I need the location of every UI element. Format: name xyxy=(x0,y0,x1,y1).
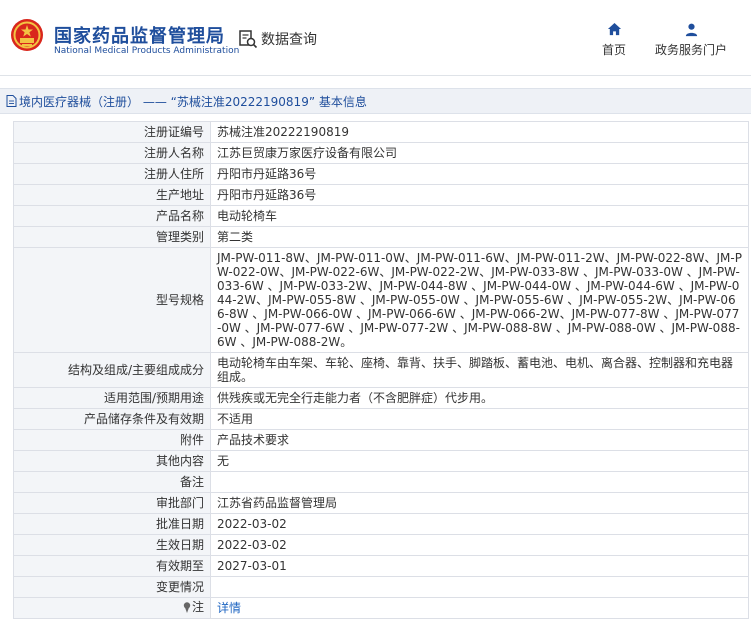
table-row: 适用范围/预期用途 供残疾或无完全行走能力者（不含肥胖症）代步用。 xyxy=(13,387,749,409)
table-row: 附件 产品技术要求 xyxy=(13,429,749,451)
field-value: 产品技术要求 xyxy=(210,429,749,451)
field-label: 生产地址 xyxy=(13,184,211,206)
field-label: 产品储存条件及有效期 xyxy=(13,408,211,430)
note-label: 注 xyxy=(183,600,204,614)
pin-icon xyxy=(183,602,191,613)
field-label: 注册人住所 xyxy=(13,163,211,185)
field-value xyxy=(210,471,749,493)
table-row: 生效日期 2022-03-02 xyxy=(13,534,749,556)
nav-home-label: 首页 xyxy=(602,43,627,57)
user-icon xyxy=(685,23,697,37)
table-row: 注册人名称 江苏巨贸康万家医疗设备有限公司 xyxy=(13,142,749,164)
field-label: 型号规格 xyxy=(13,247,211,353)
breadcrumb-text: 境内医疗器械（注册） —— “苏械注准20222190819” 基本信息 xyxy=(19,94,367,109)
field-label: 注册人名称 xyxy=(13,142,211,164)
table-row: 管理类别 第二类 xyxy=(13,226,749,248)
field-value: 2022-03-02 xyxy=(210,534,749,556)
field-value: 第二类 xyxy=(210,226,749,248)
breadcrumb: 境内医疗器械（注册） —— “苏械注准20222190819” 基本信息 xyxy=(0,88,751,114)
nav-gov-label: 政务服务门户 xyxy=(655,43,728,57)
table-row: 生产地址 丹阳市丹延路36号 xyxy=(13,184,749,206)
field-value: 2022-03-02 xyxy=(210,513,749,535)
field-value xyxy=(210,576,749,598)
nav-home[interactable]: 首页 xyxy=(602,22,626,58)
field-label: 备注 xyxy=(13,471,211,493)
table-row: 批准日期 2022-03-02 xyxy=(13,513,749,535)
field-label: 管理类别 xyxy=(13,226,211,248)
note-label-text: 注 xyxy=(191,600,204,615)
field-label: 附件 xyxy=(13,429,211,451)
field-label: 适用范围/预期用途 xyxy=(13,387,211,409)
field-label: 变更情况 xyxy=(13,576,211,598)
note-value-cell: 详情 xyxy=(210,597,749,619)
field-value: 电动轮椅车由车架、车轮、座椅、靠背、扶手、脚踏板、蓄电池、电机、离合器、控制器和… xyxy=(210,352,749,388)
table-row: 产品名称 电动轮椅车 xyxy=(13,205,749,227)
field-label: 生效日期 xyxy=(13,534,211,556)
field-label: 其他内容 xyxy=(13,450,211,472)
table-row: 变更情况 xyxy=(13,576,749,598)
field-value: 丹阳市丹延路36号 xyxy=(210,163,749,185)
field-value: 江苏巨贸康万家医疗设备有限公司 xyxy=(210,142,749,164)
table-row: 结构及组成/主要组成成分 电动轮椅车由车架、车轮、座椅、靠背、扶手、脚踏板、蓄电池… xyxy=(13,352,749,388)
basic-info-table: 注册证编号 苏械注准20222190819 注册人名称 江苏巨贸康万家医疗设备有限公司… xyxy=(13,121,749,619)
field-label: 批准日期 xyxy=(13,513,211,535)
header-divider xyxy=(0,75,751,76)
field-label: 结构及组成/主要组成成分 xyxy=(13,352,211,388)
table-row: 注册证编号 苏械注准20222190819 xyxy=(13,121,749,143)
data-query-label: 数据查询 xyxy=(261,32,317,48)
table-row: 注册人住所 丹阳市丹延路36号 xyxy=(13,163,749,185)
field-value: 电动轮椅车 xyxy=(210,205,749,227)
field-label: 审批部门 xyxy=(13,492,211,514)
table-row: 型号规格 JM-PW-011-8W、JM-PW-011-0W、JM-PW-011-… xyxy=(13,247,749,353)
table-row: 备注 xyxy=(13,471,749,493)
field-label: 产品名称 xyxy=(13,205,211,227)
field-label: 注册证编号 xyxy=(13,121,211,143)
field-value: 2027-03-01 xyxy=(210,555,749,577)
field-value: 江苏省药品监督管理局 xyxy=(210,492,749,514)
field-value: JM-PW-011-8W、JM-PW-011-0W、JM-PW-011-6W、J… xyxy=(210,247,749,353)
national-emblem-icon xyxy=(11,19,43,51)
field-value: 苏械注准20222190819 xyxy=(210,121,749,143)
field-value: 丹阳市丹延路36号 xyxy=(210,184,749,206)
table-row: 审批部门 江苏省药品监督管理局 xyxy=(13,492,749,514)
table-row: 有效期至 2027-03-01 xyxy=(13,555,749,577)
note-label-cell: 注 xyxy=(13,597,211,619)
site-name-en: National Medical Products Administration xyxy=(54,46,240,56)
data-query-link[interactable]: 数据查询 xyxy=(238,28,317,50)
document-icon xyxy=(6,95,17,107)
nav-gov-service-portal[interactable]: 政务服务门户 xyxy=(655,22,727,58)
home-icon xyxy=(607,22,621,36)
table-row: 其他内容无 xyxy=(13,450,749,472)
field-value: 供残疾或无完全行走能力者（不含肥胖症）代步用。 xyxy=(210,387,749,409)
site-name-cn: 国家药品监督管理局 xyxy=(54,26,225,47)
details-link[interactable]: 详情 xyxy=(217,601,241,615)
field-label: 有效期至 xyxy=(13,555,211,577)
site-header: 国家药品监督管理局 National Medical Products Admi… xyxy=(0,0,751,76)
field-value: 无 xyxy=(210,450,749,472)
search-document-icon xyxy=(239,30,258,49)
table-row-note: 注详情 xyxy=(13,597,749,619)
field-value: 不适用 xyxy=(210,408,749,430)
table-row: 产品储存条件及有效期 不适用 xyxy=(13,408,749,430)
